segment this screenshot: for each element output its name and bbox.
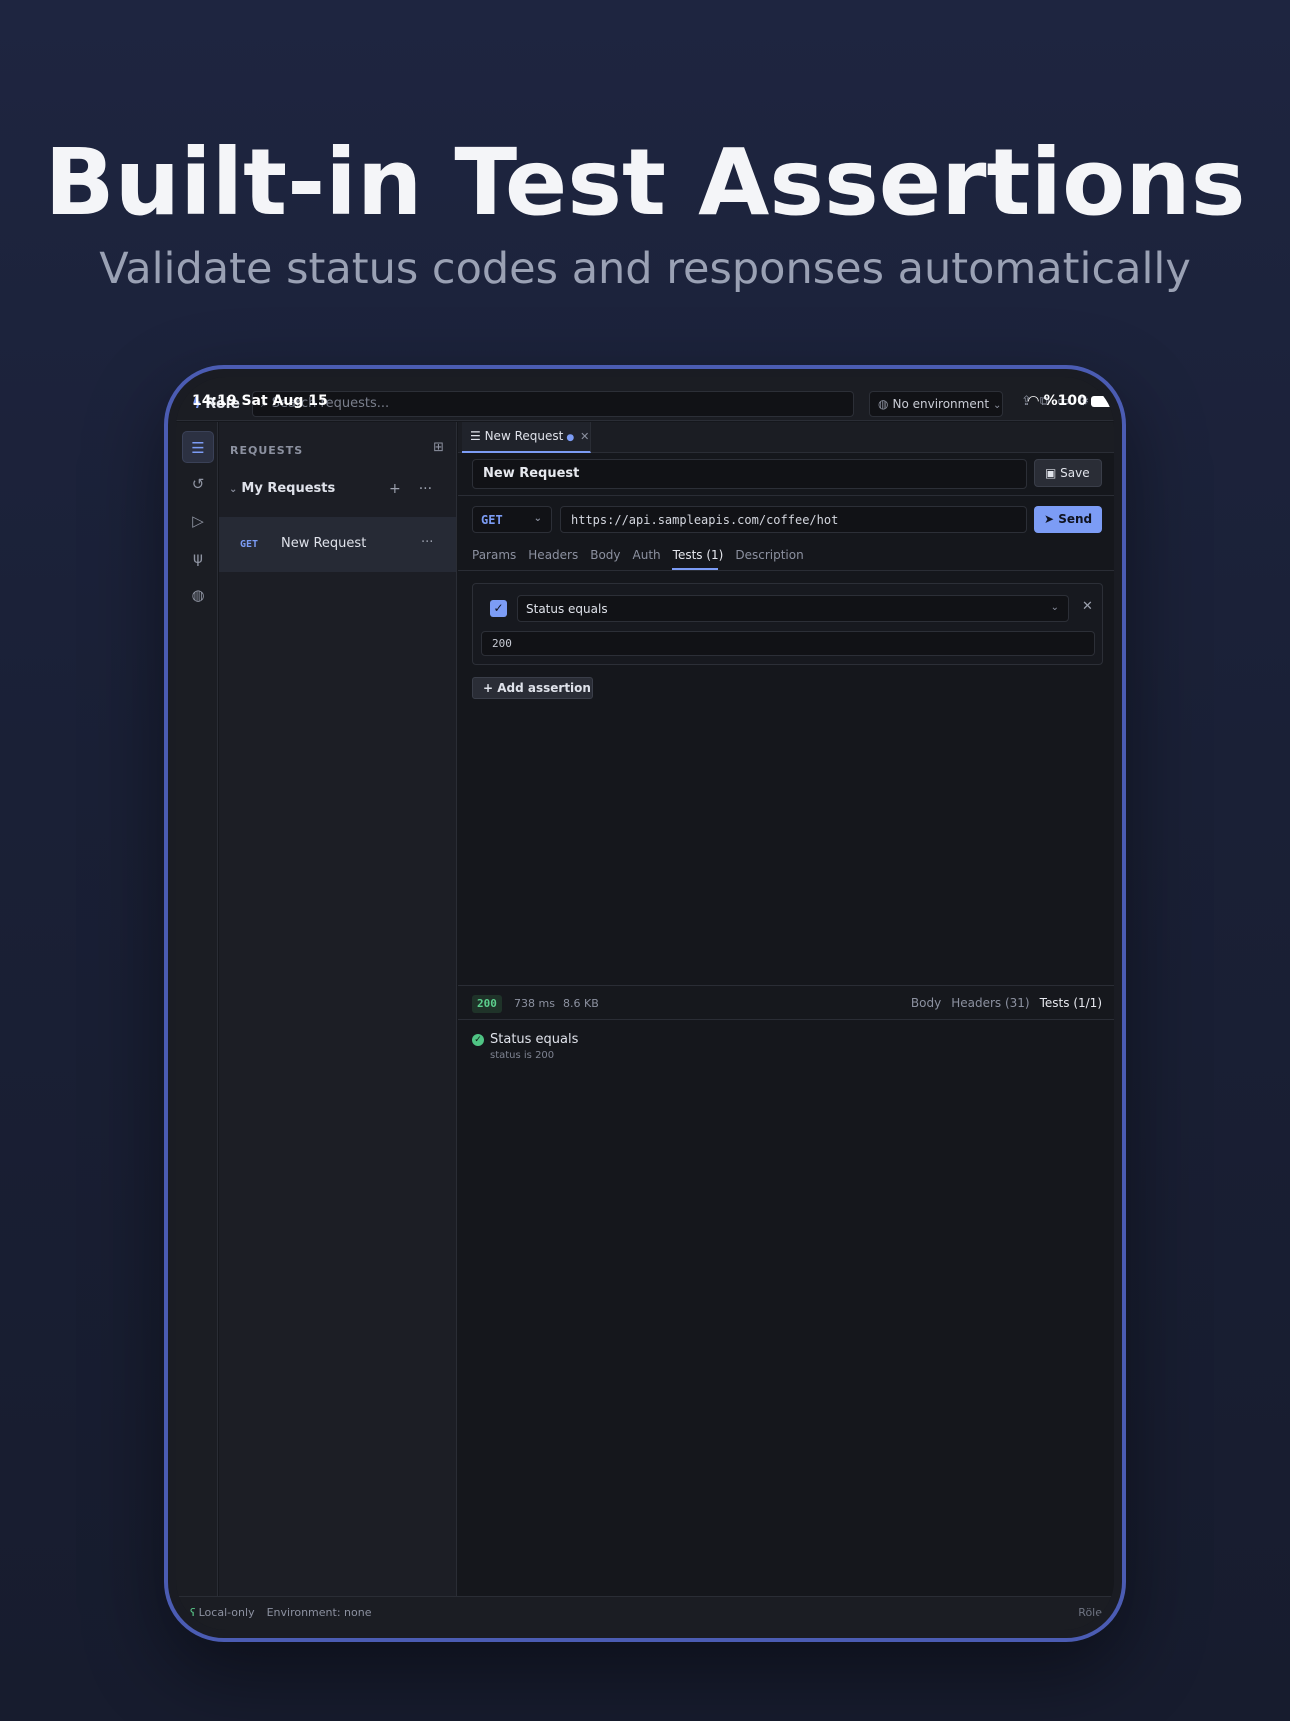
divider bbox=[458, 495, 1114, 496]
close-icon[interactable]: ✕ bbox=[580, 430, 589, 443]
folder-name: My Requests bbox=[241, 481, 336, 496]
save-button[interactable]: ▣ Save bbox=[1034, 459, 1102, 487]
sidebar-item-request[interactable]: GET New Request ··· bbox=[219, 517, 456, 572]
response-tabs: Body Headers (31) Tests (1/1) bbox=[901, 996, 1102, 1010]
send-button[interactable]: ➤ Send bbox=[1034, 506, 1102, 533]
tab-description[interactable]: Description bbox=[735, 548, 803, 562]
status-bar-time: 14:19 Sat Aug 15 bbox=[192, 393, 328, 409]
response-bar: 200 738 ms 8.6 KB Body Headers (31) Tests … bbox=[458, 985, 1114, 1020]
status-time: 14:19 bbox=[192, 393, 237, 409]
tab-body[interactable]: Body bbox=[590, 548, 620, 562]
remove-assertion-icon[interactable]: ✕ bbox=[1082, 599, 1093, 614]
request-method: GET bbox=[240, 539, 259, 550]
tab-response-headers[interactable]: Headers (31) bbox=[951, 996, 1029, 1010]
divider bbox=[458, 570, 1114, 571]
url-input[interactable]: https://api.sampleapis.com/coffee/hot bbox=[560, 506, 1027, 533]
status-footer: ʕ Local-only Environment: none Röle bbox=[176, 1596, 1114, 1630]
new-folder-icon[interactable]: ⊞ bbox=[433, 440, 444, 455]
assertion-type-label: Status equals bbox=[526, 602, 608, 616]
requests-icon[interactable]: ☰ bbox=[182, 431, 214, 463]
runner-icon[interactable]: ▷ bbox=[182, 505, 214, 537]
request-tabs: Params Headers Body Auth Tests (1) Descriptio… bbox=[472, 548, 816, 562]
chevron-down-icon: ⌄ bbox=[993, 400, 1002, 411]
more-icon[interactable]: ··· bbox=[421, 535, 433, 550]
status-badge: 200 bbox=[472, 995, 502, 1013]
tab-auth[interactable]: Auth bbox=[633, 548, 661, 562]
footer-environment: Environment: none bbox=[266, 1606, 372, 1619]
tab-label: New Request bbox=[484, 429, 564, 443]
assertion-value-input[interactable]: 200 bbox=[481, 631, 1095, 656]
pass-check-icon: ✓ bbox=[472, 1034, 484, 1046]
folder-actions: + ··· bbox=[389, 481, 450, 497]
add-assertion-label: Add assertion bbox=[497, 681, 591, 695]
footer-mode: Local-only bbox=[198, 1606, 255, 1619]
nav-rail: ☰ ↺ ▷ ψ ◍ bbox=[176, 422, 218, 1596]
test-result-name: Status equals bbox=[490, 1032, 579, 1047]
tab-headers[interactable]: Headers bbox=[528, 548, 578, 562]
send-icon: ➤ bbox=[1044, 512, 1059, 526]
search-input[interactable]: ⌕ Search requests... bbox=[252, 391, 854, 417]
request-icon: ☰ bbox=[470, 429, 485, 443]
tab-response-body[interactable]: Body bbox=[911, 996, 941, 1010]
request-name: New Request bbox=[281, 536, 367, 551]
branch-icon[interactable]: ψ bbox=[182, 542, 214, 574]
save-icon: ▣ bbox=[1045, 466, 1061, 480]
environment-label: No environment bbox=[892, 397, 990, 411]
more-icon[interactable]: ··· bbox=[419, 481, 432, 497]
requests-sidebar: REQUESTS ⊞ ⌄ My Requests + ··· GET New Req… bbox=[219, 422, 457, 1596]
tab-tests[interactable]: Tests (1) bbox=[673, 548, 724, 562]
chevron-down-icon: ⌄ bbox=[533, 513, 542, 524]
tab-new-request[interactable]: ☰ New Request ● ✕ bbox=[462, 422, 591, 453]
plus-icon: + bbox=[483, 681, 498, 695]
status-bar-right: ◠ %100 bbox=[1028, 393, 1113, 409]
chevron-down-icon: ⌄ bbox=[229, 484, 238, 495]
battery-icon bbox=[1090, 395, 1113, 407]
assertion-enabled-checkbox[interactable]: ✓ bbox=[490, 600, 507, 617]
document-tabbar: ☰ New Request ● ✕ bbox=[458, 422, 1114, 453]
unsaved-dot-icon: ● bbox=[566, 433, 575, 443]
tab-params[interactable]: Params bbox=[472, 548, 516, 562]
save-label: Save bbox=[1060, 466, 1090, 480]
battery-percent: %100 bbox=[1043, 393, 1087, 409]
history-icon[interactable]: ↺ bbox=[182, 468, 214, 500]
footer-brand: Röle bbox=[1078, 1606, 1102, 1619]
assertion-type-select[interactable]: Status equals ⌄ bbox=[517, 595, 1069, 622]
wifi-icon: ◠ bbox=[1028, 393, 1039, 409]
tablet-frame: ϟ Röle ⌕ Search requests... ◍ No environmen… bbox=[164, 365, 1126, 1642]
assertion-card: ✓ Status equals ⌄ ✕ 200 bbox=[472, 583, 1103, 665]
local-icon: ʕ bbox=[190, 1606, 196, 1619]
footer-left: ʕ Local-only Environment: none bbox=[190, 1606, 371, 1619]
add-icon[interactable]: + bbox=[389, 481, 401, 497]
request-name-field[interactable]: New Request bbox=[472, 459, 1027, 489]
method-select[interactable]: GET ⌄ bbox=[472, 506, 552, 533]
sidebar-header: REQUESTS bbox=[230, 444, 304, 457]
main-panel: ☰ New Request ● ✕ New Request ▣ Save GET ⌄ … bbox=[458, 422, 1114, 1596]
method-label: GET bbox=[481, 513, 503, 527]
globe-icon: ◍ bbox=[878, 397, 889, 411]
globe-icon[interactable]: ◍ bbox=[182, 579, 214, 611]
add-assertion-button[interactable]: + Add assertion bbox=[472, 677, 593, 699]
hero-title: Built-in Test Assertions bbox=[44, 129, 1246, 236]
status-date: Sat Aug 15 bbox=[241, 393, 328, 409]
send-label: Send bbox=[1058, 512, 1093, 526]
environment-select[interactable]: ◍ No environment ⌄ bbox=[869, 391, 1003, 417]
chevron-down-icon: ⌄ bbox=[1050, 602, 1059, 613]
hero-subtitle: Validate status codes and responses auto… bbox=[99, 244, 1191, 294]
response-time: 738 ms bbox=[514, 997, 555, 1010]
response-size: 8.6 KB bbox=[563, 997, 599, 1010]
app-screen: ϟ Röle ⌕ Search requests... ◍ No environmen… bbox=[176, 377, 1114, 1630]
tab-response-tests[interactable]: Tests (1/1) bbox=[1040, 996, 1102, 1010]
test-result-detail: status is 200 bbox=[490, 1050, 555, 1061]
